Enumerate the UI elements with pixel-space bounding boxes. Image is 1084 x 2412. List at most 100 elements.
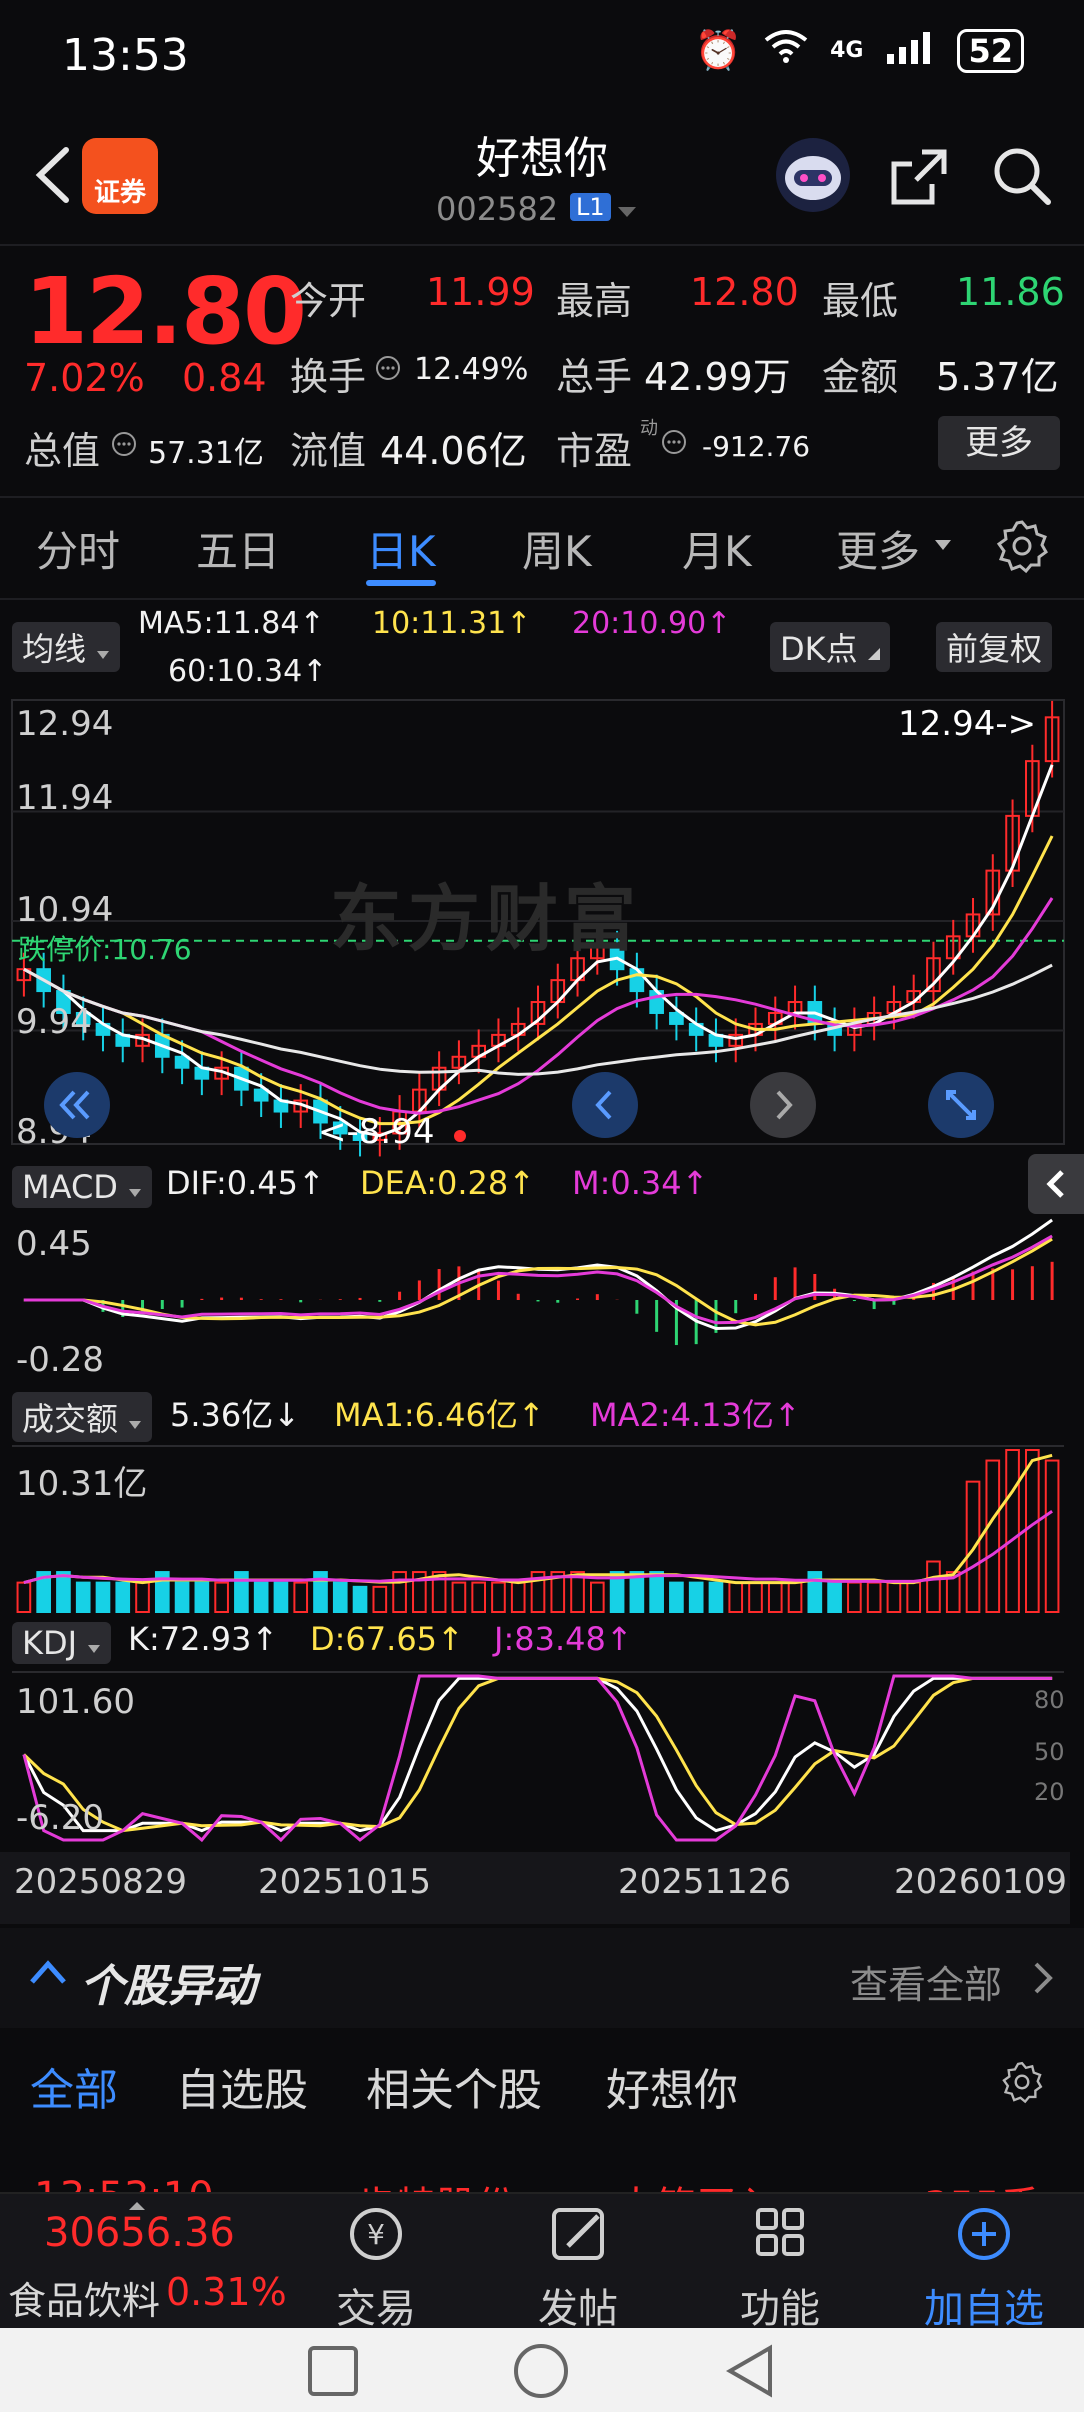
info-icon[interactable] <box>110 430 138 462</box>
volume-bar <box>985 1459 1001 1613</box>
subtab-all[interactable]: 全部 <box>30 2054 118 2118</box>
subtab-watchlist[interactable]: 自选股 <box>176 2054 308 2118</box>
functions-icon[interactable] <box>710 2196 850 2272</box>
volume-bar <box>1044 1459 1060 1613</box>
fullscreen-button[interactable] <box>928 1072 994 1138</box>
nav-trade[interactable]: 交易 <box>306 2276 446 2334</box>
info-icon[interactable] <box>660 428 688 460</box>
volume-bar <box>214 1581 229 1614</box>
scroll-left-button[interactable] <box>572 1072 638 1138</box>
kdj-d: D:67.65↑ <box>310 1620 464 1658</box>
gear-icon[interactable] <box>1000 2060 1044 2108</box>
nav-post[interactable]: 发帖 <box>508 2276 648 2334</box>
change-amount: 0.84 <box>182 356 267 400</box>
low-marker: <-8.94 <box>318 1112 435 1152</box>
float-label: 流值 <box>290 429 367 473</box>
robot-assistant-icon[interactable] <box>776 138 850 212</box>
scroll-right-button[interactable] <box>750 1072 816 1138</box>
chevron-left-icon <box>595 1090 612 1120</box>
tab-monthly-k[interactable]: 月K <box>682 518 752 579</box>
kdj-k: K:72.93↑ <box>128 1620 279 1658</box>
volume-bar <box>293 1581 309 1614</box>
pe-value: -912.76 <box>702 430 811 463</box>
volume-bar <box>372 1585 388 1614</box>
volume-bar <box>174 1581 190 1614</box>
sector-index-value[interactable]: 30656.36 <box>44 2210 235 2256</box>
chevron-down-icon <box>129 1421 142 1429</box>
status-time: 13:53 <box>62 30 189 81</box>
kdj-selector[interactable]: KDJ <box>12 1622 112 1664</box>
post-icon[interactable] <box>508 2196 648 2272</box>
low-value: 11.86 <box>956 270 1065 314</box>
system-nav-bar <box>0 2328 1084 2412</box>
subtab-stock[interactable]: 好想你 <box>606 2054 738 2118</box>
tab-intraday[interactable]: 分时 <box>36 518 120 579</box>
share-icon[interactable] <box>888 146 950 208</box>
volume-bar <box>866 1581 882 1614</box>
info-icon[interactable] <box>374 354 402 386</box>
macd-dea: DEA:0.28↑ <box>360 1164 536 1202</box>
chevron-up-icon[interactable] <box>28 1958 68 1990</box>
tab-daily-k[interactable]: 日K <box>366 518 436 579</box>
tab-five-day[interactable]: 五日 <box>196 518 280 579</box>
level-badge[interactable]: L1 <box>570 193 611 221</box>
list-item[interactable]: 13:53:10 齿特股份 大笔买入 355手 <box>0 2136 1084 2192</box>
volume-bar <box>471 1581 487 1614</box>
scroll-left-fast-button[interactable] <box>44 1072 110 1138</box>
volume-bar <box>352 1585 368 1614</box>
volume-bar <box>135 1581 150 1614</box>
sector-index-pct[interactable]: 0.31% <box>166 2270 287 2314</box>
date-label: 20260109 <box>894 1862 1068 1902</box>
macd-selector[interactable]: MACD <box>12 1166 153 1208</box>
kdj-panel <box>12 1671 1064 1843</box>
volume-bar <box>253 1581 269 1614</box>
network-label: 4G <box>830 38 864 63</box>
more-quote-button[interactable]: 更多 <box>938 416 1060 470</box>
macd-selector-label: MACD <box>22 1168 118 1206</box>
dea-line <box>23 1237 1053 1327</box>
chevron-down-icon[interactable] <box>616 204 638 223</box>
recent-apps-icon[interactable] <box>306 2344 360 2402</box>
volume-selector[interactable]: 成交额 <box>12 1392 153 1442</box>
volume-bar <box>767 1581 783 1614</box>
add-watchlist-icon[interactable] <box>914 2196 1054 2272</box>
nav-add-watchlist[interactable]: 加自选 <box>914 2276 1054 2334</box>
volume-value: 5.36亿↓ <box>170 1396 301 1434</box>
view-all-link[interactable]: 查看全部 <box>850 1954 1002 2009</box>
volume-ma1: MA1:6.46亿↑ <box>334 1396 545 1434</box>
sector-index-name[interactable]: 食品饮料 <box>8 2270 160 2325</box>
y-label: 10.94 <box>16 890 114 930</box>
event-time: 13:53:10 <box>34 2174 214 2192</box>
candle-body <box>253 1088 269 1102</box>
current-price: 12.80 <box>24 258 307 365</box>
gear-icon[interactable] <box>994 518 1050 574</box>
volume-bar <box>589 1581 605 1614</box>
event-type: 大笔买入 <box>616 2174 776 2192</box>
event-volume: 355手 <box>924 2174 1040 2192</box>
chevron-right-icon[interactable] <box>1032 1960 1054 2000</box>
collapse-panel-button[interactable] <box>1028 1154 1084 1214</box>
nav-functions[interactable]: 功能 <box>710 2276 850 2334</box>
subtab-related[interactable]: 相关个股 <box>366 2054 542 2118</box>
volume-bar <box>75 1581 91 1614</box>
candle-body <box>669 1011 684 1025</box>
volume-selector-label: 成交额 <box>22 1400 119 1438</box>
macd-y-min: -0.28 <box>16 1340 104 1380</box>
trade-icon[interactable]: ¥ <box>306 2196 446 2272</box>
tab-more[interactable]: 更多 <box>836 518 920 579</box>
volume-bar <box>649 1571 664 1613</box>
battery-icon: 52 <box>957 28 1024 73</box>
back-nav-icon[interactable] <box>722 2342 776 2404</box>
date-label: 20250829 <box>14 1862 188 1902</box>
home-icon[interactable] <box>512 2342 570 2404</box>
chevron-down-icon[interactable] <box>934 536 952 555</box>
tab-weekly-k[interactable]: 周K <box>522 518 592 579</box>
volume-bar <box>688 1581 704 1614</box>
volume-bar <box>332 1581 348 1614</box>
y-label: 11.94 <box>16 778 114 818</box>
volume-ma1-line <box>23 1453 1053 1585</box>
search-icon[interactable] <box>990 144 1054 208</box>
kdj-y-max: 101.60 <box>16 1682 135 1722</box>
low-label: 最低 <box>822 279 899 323</box>
stock-charts[interactable] <box>0 600 1084 1930</box>
